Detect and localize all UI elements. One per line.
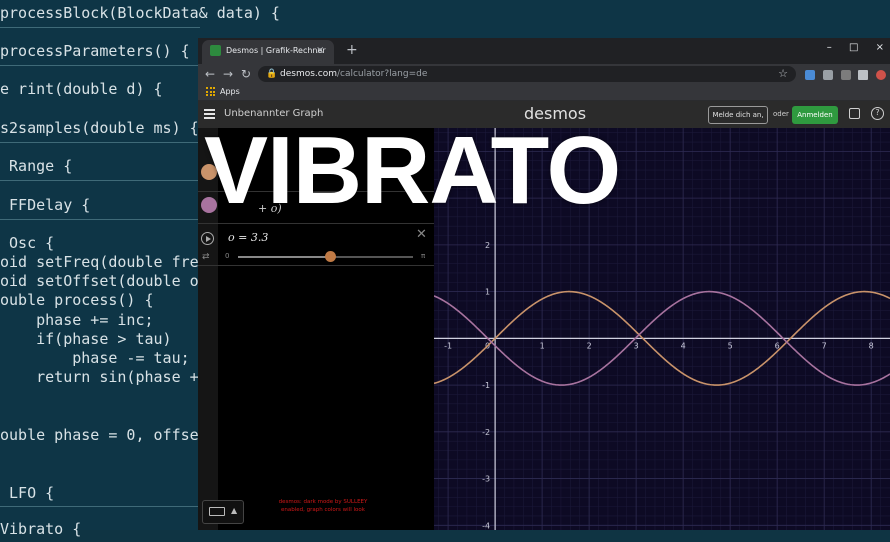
maximize-icon[interactable]: □ [849, 40, 858, 56]
loop-icon[interactable]: ⇄ [202, 252, 210, 262]
dark-mode-note: desmos: dark mode by SULLEEY enabled, gr… [278, 499, 368, 513]
puzzle-extensions-icon[interactable] [858, 70, 868, 80]
code-divider [0, 27, 200, 28]
browser-tab[interactable]: Desmos | Grafik-Rechner × [202, 40, 334, 64]
code-line: LFO { [0, 484, 55, 502]
x-tick-label: 8 [869, 341, 874, 350]
code-divider [0, 180, 200, 181]
code-line: FFDelay { [0, 196, 91, 214]
tab-bar: Desmos | Grafik-Rechner × + – □ × [198, 38, 890, 64]
help-icon[interactable]: ? [871, 107, 884, 120]
code-line: s2samples(double ms) { [0, 119, 199, 137]
navigation-bar: ← → ↻ 🔒 desmos.com/calculator?lang=de ☆ [198, 64, 890, 84]
slider-track[interactable] [238, 251, 413, 262]
x-tick-label: 1 [540, 341, 545, 350]
extension-icon[interactable] [823, 70, 833, 80]
apps-grid-icon [206, 87, 215, 96]
keypad-toggle-button[interactable]: ▲ [202, 500, 244, 524]
bookmarks-bar: Apps [198, 84, 890, 101]
browser-window: Desmos | Grafik-Rechner × + – □ × ← → ↻ … [198, 38, 890, 530]
slider-max-label[interactable]: π [421, 252, 425, 261]
login-button[interactable]: Melde dich an, [708, 106, 768, 124]
slider-expression[interactable]: o = 3.3 [228, 231, 268, 245]
address-bar[interactable]: 🔒 desmos.com/calculator?lang=de ☆ [258, 66, 796, 82]
reload-icon[interactable]: ↻ [241, 66, 251, 82]
x-tick-label: 4 [681, 341, 686, 350]
y-tick-label: -4 [482, 521, 490, 530]
bookmark-apps[interactable]: Apps [220, 86, 240, 98]
profile-avatar[interactable] [876, 70, 886, 80]
url-text: desmos.com/calculator?lang=de [280, 68, 427, 80]
lock-icon: 🔒 [266, 69, 278, 79]
delete-expression-icon[interactable]: ✕ [416, 228, 427, 242]
x-tick-label: -1 [444, 341, 452, 350]
desmos-favicon-icon [210, 45, 221, 56]
tab-title: Desmos | Grafik-Rechner [226, 46, 326, 55]
y-tick-label: -3 [482, 475, 490, 484]
y-tick-label: -2 [482, 428, 490, 437]
code-divider [0, 65, 200, 66]
code-line: Vibrato { [0, 520, 82, 538]
close-window-icon[interactable]: × [876, 40, 884, 56]
url-path: /calculator?lang=de [336, 69, 428, 79]
code-line: processBlock(BlockData& data) { [0, 4, 280, 22]
slider-fill [238, 256, 330, 258]
caret-up-icon: ▲ [231, 506, 238, 515]
tab-close-icon[interactable]: × [316, 44, 324, 58]
play-icon[interactable] [201, 232, 214, 245]
window-controls: – □ × [813, 40, 884, 56]
x-tick-label: 7 [822, 341, 827, 350]
x-tick-label: 3 [634, 341, 639, 350]
code-divider [0, 219, 200, 220]
minimize-icon[interactable]: – [827, 40, 832, 56]
code-divider [0, 506, 200, 507]
overlay-title: VIBRATO [204, 117, 621, 224]
share-icon[interactable] [849, 108, 860, 119]
code-line: ouble phase = 0, offset [0, 426, 208, 444]
y-tick-label: 1 [485, 288, 490, 297]
y-tick-label: -1 [482, 381, 490, 390]
slider-min-label[interactable]: 0 [225, 252, 229, 261]
slider-thumb[interactable] [324, 251, 336, 262]
extension-icon[interactable] [841, 70, 851, 80]
new-tab-button[interactable]: + [346, 41, 358, 59]
keyboard-icon [209, 507, 225, 516]
code-line: processParameters() { [0, 42, 190, 60]
x-tick-label: 5 [728, 341, 733, 350]
back-icon[interactable]: ← [205, 66, 215, 82]
x-tick-label: 2 [587, 341, 592, 350]
signup-button[interactable]: Anmelden [792, 106, 838, 124]
y-tick-label: 2 [485, 241, 490, 250]
code-line: return sin(phase + o [0, 368, 217, 386]
bookmark-star-icon[interactable]: ☆ [778, 67, 788, 81]
url-host: desmos.com [280, 69, 337, 79]
code-line: e rint(double d) { [0, 80, 163, 98]
code-line: Range { [0, 157, 73, 175]
code-divider [0, 142, 200, 143]
or-label: oder [773, 110, 789, 118]
extension-icon[interactable] [805, 70, 815, 80]
forward-icon[interactable]: → [223, 66, 233, 82]
